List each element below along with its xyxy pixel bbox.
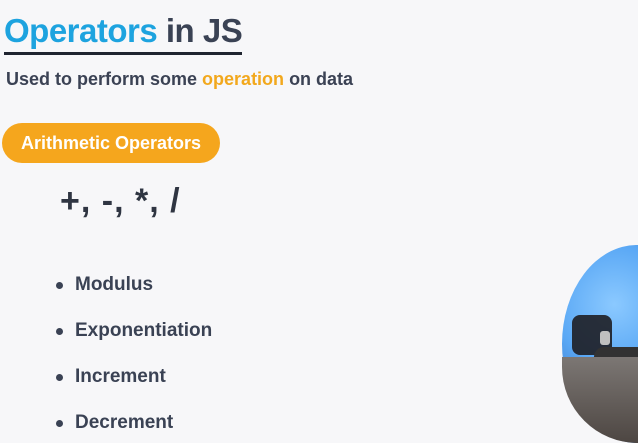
slide: Operators in JS Used to perform some ope… bbox=[0, 0, 638, 443]
operators-list: +, -, *, / bbox=[60, 182, 181, 220]
subtitle-highlight: operation bbox=[202, 69, 285, 89]
slide-title: Operators in JS bbox=[4, 12, 243, 55]
photo-detail bbox=[600, 331, 610, 345]
bullet-icon bbox=[56, 327, 63, 335]
bullet-label: Exponentiation bbox=[75, 320, 213, 341]
presenter-photo bbox=[562, 245, 638, 443]
bullet-label: Modulus bbox=[75, 274, 154, 295]
list-item: Decrement bbox=[56, 400, 212, 443]
section-pill-label: Arithmetic Operators bbox=[20, 132, 202, 153]
slide-title-accent: Operators bbox=[4, 12, 158, 49]
slide-subtitle: Used to perform some operation on data bbox=[6, 69, 353, 91]
list-item: Modulus bbox=[56, 262, 212, 308]
list-item: Exponentiation bbox=[56, 308, 212, 354]
bullet-icon bbox=[56, 373, 63, 381]
bullet-icon bbox=[56, 281, 63, 289]
photo-detail bbox=[562, 357, 638, 443]
bullet-label: Increment bbox=[75, 366, 166, 387]
bullet-label: Decrement bbox=[75, 412, 174, 433]
subtitle-after: on data bbox=[284, 69, 354, 89]
bullet-list: Modulus Exponentiation Increment Decreme… bbox=[56, 262, 212, 443]
bullet-icon bbox=[56, 419, 63, 427]
subtitle-before: Used to perform some bbox=[6, 69, 203, 89]
slide-title-rest: in JS bbox=[157, 12, 243, 49]
list-item: Increment bbox=[56, 354, 212, 400]
section-pill: Arithmetic Operators bbox=[2, 123, 220, 163]
